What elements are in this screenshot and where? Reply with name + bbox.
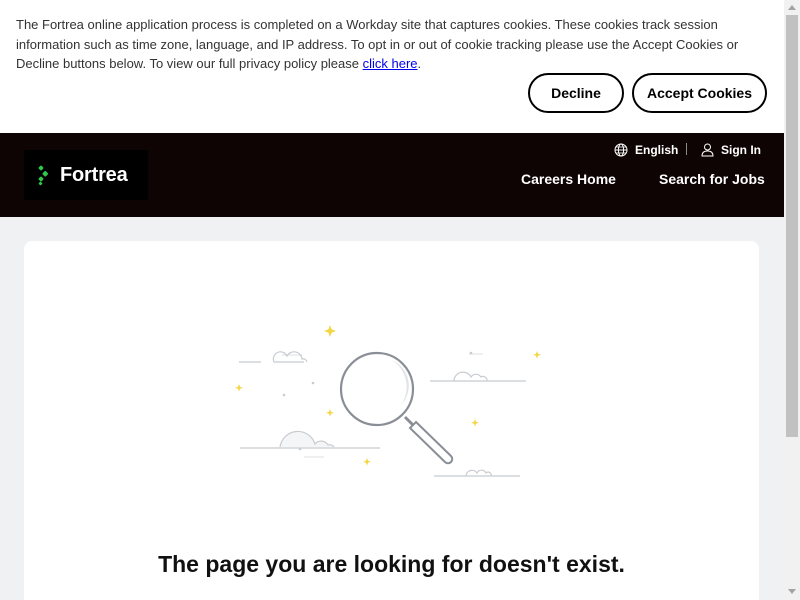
content-card: The page you are looking for doesn't exi… xyxy=(24,241,759,600)
fortrea-logo[interactable]: Fortrea xyxy=(24,150,148,200)
fortrea-logo-mark xyxy=(38,165,49,186)
globe-icon xyxy=(614,143,628,157)
page-scrollbar[interactable] xyxy=(784,0,800,600)
logo-text: Fortrea xyxy=(60,163,128,186)
nav-careers-home[interactable]: Careers Home xyxy=(521,171,616,187)
language-label: English xyxy=(635,143,679,157)
cookie-banner: The Fortrea online application process i… xyxy=(0,0,784,133)
user-icon xyxy=(701,143,714,157)
accept-cookies-button[interactable]: Accept Cookies xyxy=(632,73,767,113)
decline-cookies-button[interactable]: Decline xyxy=(528,73,624,113)
scroll-up-arrow-icon[interactable] xyxy=(788,5,796,10)
sign-in-label: Sign In xyxy=(721,143,761,157)
sign-in-link[interactable]: Sign In xyxy=(701,141,761,159)
cookie-consent-text: The Fortrea online application process i… xyxy=(16,17,739,71)
scrollbar-thumb[interactable] xyxy=(786,15,798,437)
page-not-found-title: The page you are looking for doesn't exi… xyxy=(158,551,625,577)
scroll-down-arrow-icon[interactable] xyxy=(788,589,796,594)
utility-divider xyxy=(686,143,687,155)
site-header: Fortrea English Sign In Careers Home Sea… xyxy=(0,133,784,217)
language-selector[interactable]: English xyxy=(614,141,678,159)
magnifying-glass-illustration xyxy=(235,325,541,477)
privacy-policy-link[interactable]: click here xyxy=(363,56,418,71)
nav-search-jobs[interactable]: Search for Jobs xyxy=(659,171,765,187)
